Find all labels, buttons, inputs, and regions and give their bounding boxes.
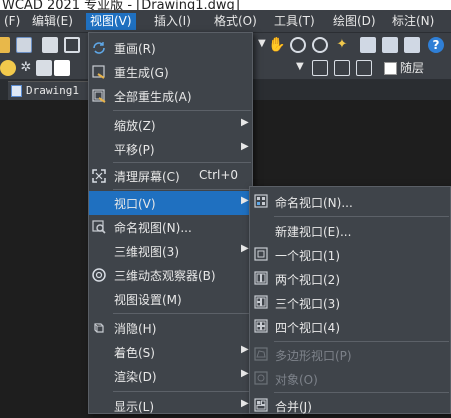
menu-bar: (F) 编辑(E) 视图(V) 插入(I) 格式(O) 工具(T) 绘图(D) … xyxy=(0,10,451,33)
submenu-arrow-icon: ▶ xyxy=(241,368,249,379)
layer-freeze-icon[interactable]: ✲ xyxy=(18,60,34,76)
viewports-submenu: 命名视口(N)... 新建视口(E)... 一个视口(1) 两个视口(2) 三个… xyxy=(249,186,451,414)
viewports-item-polygonal: 多边形视口(P) xyxy=(250,343,450,367)
two-viewports-icon xyxy=(254,271,268,285)
layer-lock-icon[interactable] xyxy=(36,60,52,76)
view-menu-item-named-views[interactable]: 命名视图(N)... xyxy=(89,215,252,239)
print-icon[interactable] xyxy=(42,37,58,53)
view-menu-item-display[interactable]: 显示(L) ▶ xyxy=(89,394,252,418)
viewports-item-two[interactable]: 两个视口(2) xyxy=(250,267,450,291)
menu-separator xyxy=(113,313,251,314)
menu-format[interactable]: 格式(O) xyxy=(210,13,261,30)
menu-draw[interactable]: 绘图(D) xyxy=(329,13,380,30)
viewports-item-three[interactable]: 三个视口(3) xyxy=(250,291,450,315)
layer-combo[interactable]: 随层 xyxy=(380,60,444,76)
layer-previous-icon[interactable] xyxy=(334,60,350,76)
open-folder-icon[interactable] xyxy=(0,37,10,53)
layer-combo-label: 随层 xyxy=(400,61,425,75)
view-menu-item-zoom[interactable]: 缩放(Z) ▶ xyxy=(89,113,252,137)
view-menu-item-regen-all[interactable]: 全部重生成(A) xyxy=(89,84,252,108)
view-menu-item-shade[interactable]: 着色(S) ▶ xyxy=(89,340,252,364)
chevron-down-icon[interactable]: ▼ xyxy=(258,38,266,49)
save-icon[interactable] xyxy=(16,37,32,53)
menu-separator xyxy=(274,216,449,217)
layer-on-icon[interactable] xyxy=(0,60,16,76)
named-viewport-icon xyxy=(254,194,268,208)
view-menu-item-hide[interactable]: 消隐(H) xyxy=(89,316,252,340)
join-viewport-icon xyxy=(254,398,268,412)
hide-icon xyxy=(91,320,107,336)
zoom-realtime-icon[interactable] xyxy=(290,37,306,53)
tool-palette-icon[interactable] xyxy=(404,37,420,53)
view-menu-item-redraw[interactable]: 重画(R) xyxy=(89,36,252,60)
view-menu-item-clean-screen[interactable]: 清理屏幕(C) Ctrl+0 xyxy=(89,164,252,188)
menu-separator xyxy=(113,189,251,190)
viewports-item-new[interactable]: 新建视口(E)... xyxy=(250,219,450,243)
submenu-arrow-icon: ▶ xyxy=(241,344,249,355)
properties-icon[interactable] xyxy=(360,37,376,53)
viewports-item-four[interactable]: 四个视口(4) xyxy=(250,315,450,339)
menu-separator xyxy=(113,391,251,392)
menu-separator xyxy=(113,162,251,163)
regen-icon xyxy=(91,64,107,80)
menu-insert[interactable]: 插入(I) xyxy=(150,13,195,30)
zoom-window-icon[interactable] xyxy=(312,37,328,53)
redraw-icon xyxy=(91,40,107,56)
viewports-item-object: 对象(O) xyxy=(250,367,450,391)
four-viewports-icon xyxy=(254,319,268,333)
orbit-icon xyxy=(91,267,107,283)
view-menu-item-viewports[interactable]: 视口(V) ▶ xyxy=(89,191,252,215)
preview-icon[interactable] xyxy=(64,37,80,53)
three-viewports-icon xyxy=(254,295,268,309)
view-menu-item-regen[interactable]: 重生成(G) xyxy=(89,60,252,84)
view-menu-item-3d-orbit[interactable]: 三维动态观察器(B) xyxy=(89,263,252,287)
help-icon[interactable]: ? xyxy=(428,37,444,53)
menu-separator xyxy=(274,341,449,342)
named-view-icon xyxy=(91,219,107,235)
submenu-arrow-icon: ▶ xyxy=(241,398,249,409)
shortcut-label: Ctrl+0 xyxy=(199,168,239,182)
menu-edit[interactable]: 编辑(E) xyxy=(28,13,77,30)
file-tab[interactable]: Drawing1 xyxy=(8,81,88,100)
object-viewport-icon xyxy=(254,371,268,385)
layer-color-swatch xyxy=(384,62,397,75)
menu-tools[interactable]: 工具(T) xyxy=(270,13,319,30)
menu-dimension[interactable]: 标注(N) xyxy=(388,13,438,30)
submenu-arrow-icon: ▶ xyxy=(241,117,249,128)
submenu-arrow-icon: ▶ xyxy=(241,195,249,206)
layer-states-icon[interactable] xyxy=(356,60,372,76)
polygon-viewport-icon xyxy=(254,347,268,361)
one-viewport-icon xyxy=(254,247,268,261)
view-menu-item-view-settings[interactable]: 视图设置(M) xyxy=(89,287,252,311)
drawing-file-icon xyxy=(11,85,22,97)
zoom-previous-icon[interactable]: ✦ xyxy=(334,37,350,53)
viewports-item-named[interactable]: 命名视口(N)... xyxy=(250,190,450,214)
file-tab-label: Drawing1 xyxy=(26,84,79,97)
layer-color-icon[interactable] xyxy=(54,60,70,76)
view-menu-item-pan[interactable]: 平移(P) ▶ xyxy=(89,137,252,161)
viewports-item-join[interactable]: 合并(J) xyxy=(250,394,450,418)
window-title: WCAD 2021 专业版 - [Drawing1.dwg] xyxy=(2,0,240,10)
regen-all-icon xyxy=(91,88,107,104)
view-menu-item-render[interactable]: 渲染(D) ▶ xyxy=(89,364,252,388)
pan-hand-icon[interactable]: ✋ xyxy=(268,37,285,53)
submenu-arrow-icon: ▶ xyxy=(241,141,249,152)
menu-view[interactable]: 视图(V) xyxy=(86,13,136,30)
make-current-layer-icon[interactable] xyxy=(312,60,328,76)
viewports-item-one[interactable]: 一个视口(1) xyxy=(250,243,450,267)
view-menu-dropdown: 重画(R) 重生成(G) 全部重生成(A) 缩放(Z) ▶ 平移(P) ▶ 清理… xyxy=(88,32,253,414)
submenu-arrow-icon: ▶ xyxy=(241,243,249,254)
clean-screen-icon xyxy=(91,168,107,184)
view-menu-item-3d-views[interactable]: 三维视图(3) ▶ xyxy=(89,239,252,263)
menu-separator xyxy=(274,392,449,393)
menu-file[interactable]: (F) xyxy=(0,13,24,30)
menu-separator xyxy=(113,110,251,111)
design-center-icon[interactable] xyxy=(382,37,398,53)
layer-dropdown-chevron-icon[interactable]: ▼ xyxy=(296,61,304,72)
title-bar: WCAD 2021 专业版 - [Drawing1.dwg] xyxy=(0,0,451,10)
